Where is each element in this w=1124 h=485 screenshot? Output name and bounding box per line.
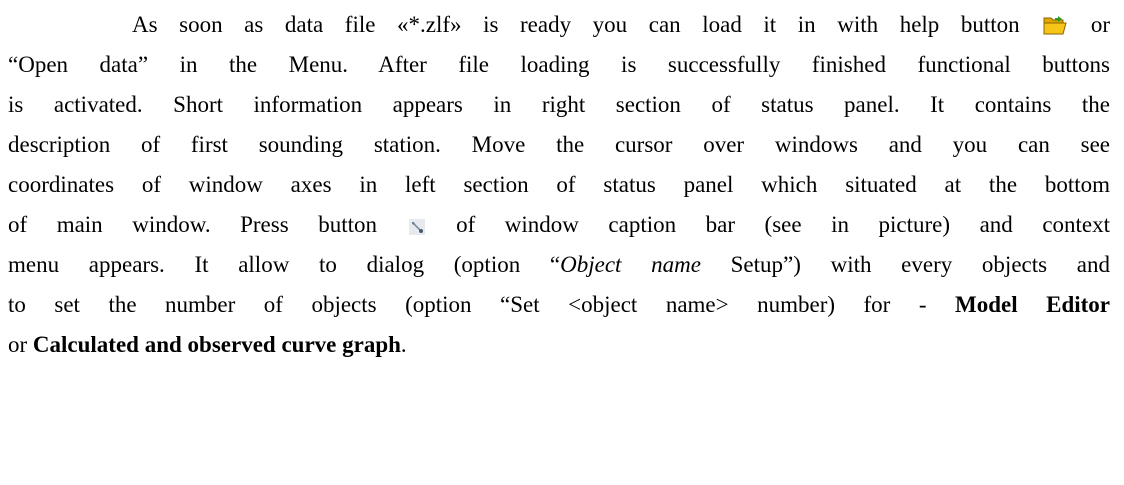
paragraph-line-9: or Calculated and observed curve graph. [8, 325, 1110, 365]
line-1-text: As soon as data file «*.zlf» is ready yo… [132, 12, 1020, 37]
paragraph-line-2: “Open data” in the Menu. After file load… [8, 52, 1110, 77]
model-editor-bold: Model Editor [955, 292, 1110, 317]
line-9-end: . [400, 332, 407, 357]
line-6-trailing: of window caption bar (see in picture) a… [456, 212, 1110, 237]
open-folder-icon [1043, 15, 1067, 35]
wrench-icon [408, 219, 425, 235]
paragraph-line-8: to set the number of objects (option “Se… [8, 285, 1110, 325]
line-9-start: or [8, 332, 33, 357]
line-8-text: to set the number of objects (option “Se… [8, 292, 955, 317]
line-7-text: menu appears. It allow to dialog (option… [8, 252, 561, 277]
paragraph-line-7: menu appears. It allow to dialog (option… [8, 245, 1110, 285]
paragraph-line-6: of main window. Press button of window c… [8, 205, 1110, 245]
line-6-text: of main window. Press button [8, 212, 377, 237]
object-name-italic: Object name [560, 252, 701, 277]
line-1-trailing: or [1090, 12, 1110, 37]
paragraph-line-4: description of first sounding station. M… [8, 132, 1110, 157]
paragraph-line-5: coordinates of window axes in left secti… [8, 172, 1110, 197]
paragraph-line-3: is activated. Short information appears … [8, 92, 1110, 117]
paragraph-line-1: As soon as data file «*.zlf» is ready yo… [8, 5, 1110, 45]
paragraph: As soon as data file «*.zlf» is ready yo… [8, 5, 1110, 365]
document-page: As soon as data file «*.zlf» is ready yo… [0, 0, 1124, 485]
curve-graph-bold: Calculated and observed curve graph [32, 332, 401, 357]
line-7-trailing: Setup”) with every objects and [700, 252, 1110, 277]
